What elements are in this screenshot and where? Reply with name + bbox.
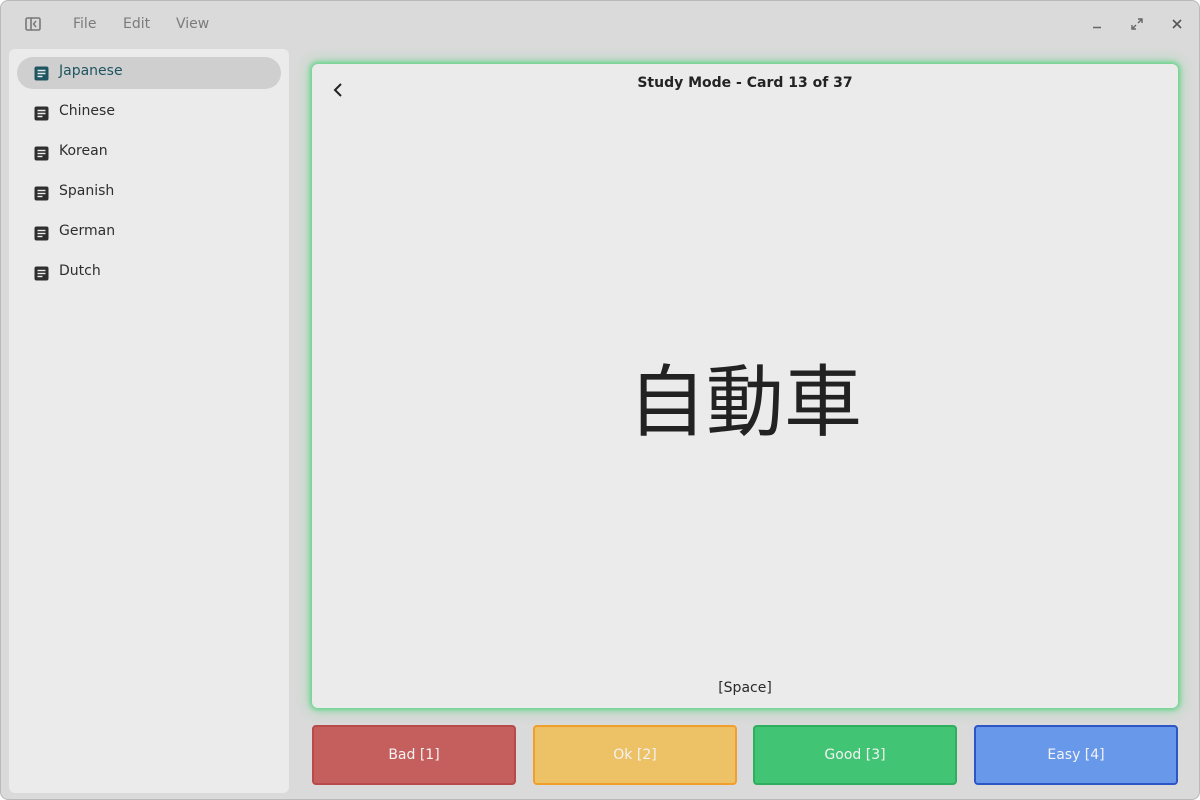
sidebar-item-label: Dutch <box>59 263 101 279</box>
rate-easy-label: Easy [4] <box>1047 747 1105 763</box>
sidebar-item-label: Japanese <box>59 63 123 79</box>
close-icon[interactable] <box>1170 17 1184 31</box>
rate-bad-button[interactable]: Bad [1] <box>312 725 516 785</box>
rate-bad-label: Bad [1] <box>388 747 440 763</box>
rate-good-button[interactable]: Good [3] <box>753 725 957 785</box>
flashcard[interactable]: Study Mode - Card 13 of 37 自動車 [Space] <box>312 64 1178 708</box>
rate-easy-button[interactable]: Easy [4] <box>974 725 1178 785</box>
sidebar-toggle-icon[interactable] <box>25 17 41 31</box>
sidebar-item-spanish[interactable]: Spanish <box>17 177 281 209</box>
card-term: 自動車 <box>627 358 862 448</box>
sidebar-item-label: German <box>59 223 116 239</box>
rate-ok-label: Ok [2] <box>613 747 657 763</box>
sidebar-item-label: Spanish <box>59 183 115 199</box>
sidebar-item-korean[interactable]: Korean <box>17 137 281 169</box>
menu-view[interactable]: View <box>176 16 209 32</box>
minimize-icon[interactable] <box>1090 17 1104 31</box>
rate-ok-button[interactable]: Ok [2] <box>533 725 737 785</box>
app-window: File Edit View Japanese Chinese Korean S… <box>0 0 1200 800</box>
document-icon <box>34 266 49 281</box>
document-icon <box>34 186 49 201</box>
document-icon <box>34 226 49 241</box>
menu-edit[interactable]: Edit <box>123 16 150 32</box>
document-icon <box>34 106 49 121</box>
sidebar-item-dutch[interactable]: Dutch <box>17 257 281 289</box>
sidebar-item-label: Chinese <box>59 103 115 119</box>
sidebar-item-japanese[interactable]: Japanese <box>17 57 281 89</box>
menu-file[interactable]: File <box>73 16 96 32</box>
rate-good-label: Good [3] <box>824 747 886 763</box>
maximize-icon[interactable] <box>1130 17 1144 31</box>
title-bar: File Edit View <box>1 1 1199 47</box>
document-icon <box>34 66 49 81</box>
document-icon <box>34 146 49 161</box>
card-title: Study Mode - Card 13 of 37 <box>637 75 853 91</box>
sidebar: Japanese Chinese Korean Spanish German D… <box>9 49 289 793</box>
sidebar-item-german[interactable]: German <box>17 217 281 249</box>
flip-hint: [Space] <box>718 680 772 696</box>
sidebar-item-label: Korean <box>59 143 108 159</box>
sidebar-item-chinese[interactable]: Chinese <box>17 97 281 129</box>
